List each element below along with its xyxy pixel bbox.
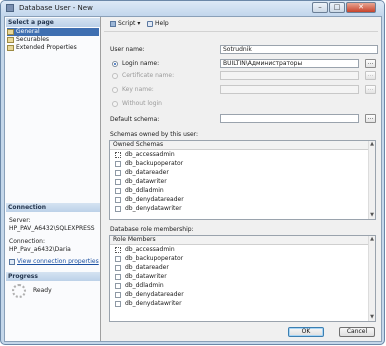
chevron-down-icon: ▾ — [137, 20, 141, 27]
schemas-section-label: Schemas owned by this user: — [110, 131, 199, 138]
progress-heading: Progress — [6, 272, 100, 281]
page-icon — [7, 36, 14, 43]
without-login-radio[interactable] — [112, 101, 118, 107]
page-item-extended-properties[interactable]: Extended Properties — [7, 44, 77, 52]
select-page-heading: Select a page — [6, 18, 100, 27]
checkbox[interactable] — [115, 151, 121, 158]
main-panel: Script ▾ Help User name: Sotrudnik Login… — [102, 17, 381, 341]
left-panel: Select a page General Securables Extende… — [5, 17, 101, 341]
list-item[interactable]: db_datareader — [110, 168, 375, 177]
page-icon — [7, 28, 14, 35]
login-name-label: Login name: — [122, 60, 160, 67]
list-item[interactable]: db_ddladmin — [110, 186, 375, 195]
list-item[interactable]: db_ddladmin — [110, 281, 375, 290]
checkbox[interactable] — [115, 291, 121, 298]
checkbox[interactable] — [115, 187, 121, 194]
user-name-label: User name: — [110, 46, 145, 53]
list-item[interactable]: db_backupoperator — [110, 254, 375, 263]
help-button[interactable]: Help — [147, 19, 169, 29]
page-icon — [7, 44, 14, 51]
minimize-button[interactable]: – — [312, 2, 328, 13]
checkbox[interactable] — [115, 300, 121, 307]
user-name-field[interactable]: Sotrudnik — [220, 45, 378, 54]
toolbar: Script ▾ Help — [102, 19, 381, 29]
checkbox[interactable] — [115, 196, 121, 203]
key-name-field[interactable] — [220, 85, 359, 94]
view-connection-properties-link[interactable]: View connection properties — [9, 258, 99, 265]
window-title: Database User - New — [19, 4, 93, 12]
page-item-general[interactable]: General — [7, 28, 99, 36]
progress-spinner-icon — [12, 284, 26, 298]
checkbox[interactable] — [115, 273, 121, 280]
dialog-window: Database User - New – □ ✕ Select a page … — [0, 0, 385, 345]
role-members-header: Role Members — [110, 236, 375, 245]
scroll-down-icon[interactable]: ▼ — [369, 314, 375, 321]
checkbox[interactable] — [115, 255, 121, 262]
scroll-up-icon[interactable]: ▲ — [369, 141, 375, 148]
page-item-securables[interactable]: Securables — [7, 36, 49, 44]
without-login-label: Without login — [122, 100, 162, 107]
checkbox[interactable] — [115, 205, 121, 212]
list-item[interactable]: db_datareader — [110, 263, 375, 272]
scroll-down-icon[interactable]: ▼ — [369, 212, 375, 219]
scroll-up-icon[interactable]: ▲ — [369, 236, 375, 243]
list-item[interactable]: db_accessadmin — [110, 150, 375, 159]
list-item[interactable]: db_denydatawriter — [110, 204, 375, 213]
schemas-scrollbar[interactable]: ▲ ▼ — [368, 141, 375, 219]
default-schema-field[interactable] — [220, 114, 359, 123]
connection-value: HP_Pav_a6432\Daria — [9, 246, 71, 253]
list-item[interactable]: db_datawriter — [110, 272, 375, 281]
certificate-name-field[interactable] — [220, 71, 359, 80]
progress-status: Ready — [33, 287, 52, 294]
role-members-list: Role Members db_accessadmin db_backupope… — [109, 235, 376, 322]
list-item[interactable]: db_denydatawriter — [110, 299, 375, 308]
certificate-name-radio[interactable] — [112, 73, 118, 79]
server-value: HP_PAV_A6432\SQLEXPRESS — [9, 225, 95, 232]
schema-browse-button[interactable]: ... — [365, 114, 376, 123]
login-name-field[interactable]: BUILTIN\Администраторы — [220, 59, 359, 68]
app-icon — [6, 4, 14, 12]
checkbox[interactable] — [115, 169, 121, 176]
certificate-name-label: Certificate name: — [122, 72, 175, 79]
key-name-label: Key name: — [122, 86, 154, 93]
checkbox[interactable] — [115, 178, 121, 185]
key-name-radio[interactable] — [112, 87, 118, 93]
server-label: Server: — [9, 217, 31, 224]
properties-icon — [9, 258, 15, 265]
list-item[interactable]: db_accessadmin — [110, 245, 375, 254]
script-icon — [110, 20, 116, 27]
list-item[interactable]: db_datawriter — [110, 177, 375, 186]
help-icon — [147, 20, 153, 27]
list-item[interactable]: db_backupoperator — [110, 159, 375, 168]
certificate-browse-button[interactable]: ... — [365, 71, 376, 80]
login-name-radio[interactable] — [112, 61, 118, 67]
checkbox[interactable] — [115, 160, 121, 167]
connection-heading: Connection — [6, 203, 100, 212]
cancel-button[interactable]: Cancel — [339, 327, 375, 337]
dialog-body: Select a page General Securables Extende… — [4, 16, 382, 342]
login-browse-button[interactable]: ... — [365, 59, 376, 68]
list-item[interactable]: db_denydatareader — [110, 290, 375, 299]
list-item[interactable]: db_denydatareader — [110, 195, 375, 204]
checkbox[interactable] — [115, 246, 121, 253]
script-button[interactable]: Script ▾ — [110, 19, 140, 29]
roles-section-label: Database role membership: — [110, 226, 194, 233]
ok-button[interactable]: OK — [288, 327, 324, 337]
checkbox[interactable] — [115, 282, 121, 289]
title-bar[interactable]: Database User - New – □ ✕ — [1, 1, 384, 16]
close-button[interactable]: ✕ — [346, 2, 376, 13]
key-browse-button[interactable]: ... — [365, 85, 376, 94]
roles-scrollbar[interactable]: ▲ ▼ — [368, 236, 375, 321]
maximize-button[interactable]: □ — [329, 2, 345, 13]
default-schema-label: Default schema: — [110, 116, 160, 123]
owned-schemas-header: Owned Schemas — [110, 141, 375, 150]
owned-schemas-list: Owned Schemas db_accessadmin db_backupop… — [109, 140, 376, 220]
toolbar-divider — [104, 31, 378, 32]
checkbox[interactable] — [115, 264, 121, 271]
connection-label: Connection: — [9, 238, 45, 245]
